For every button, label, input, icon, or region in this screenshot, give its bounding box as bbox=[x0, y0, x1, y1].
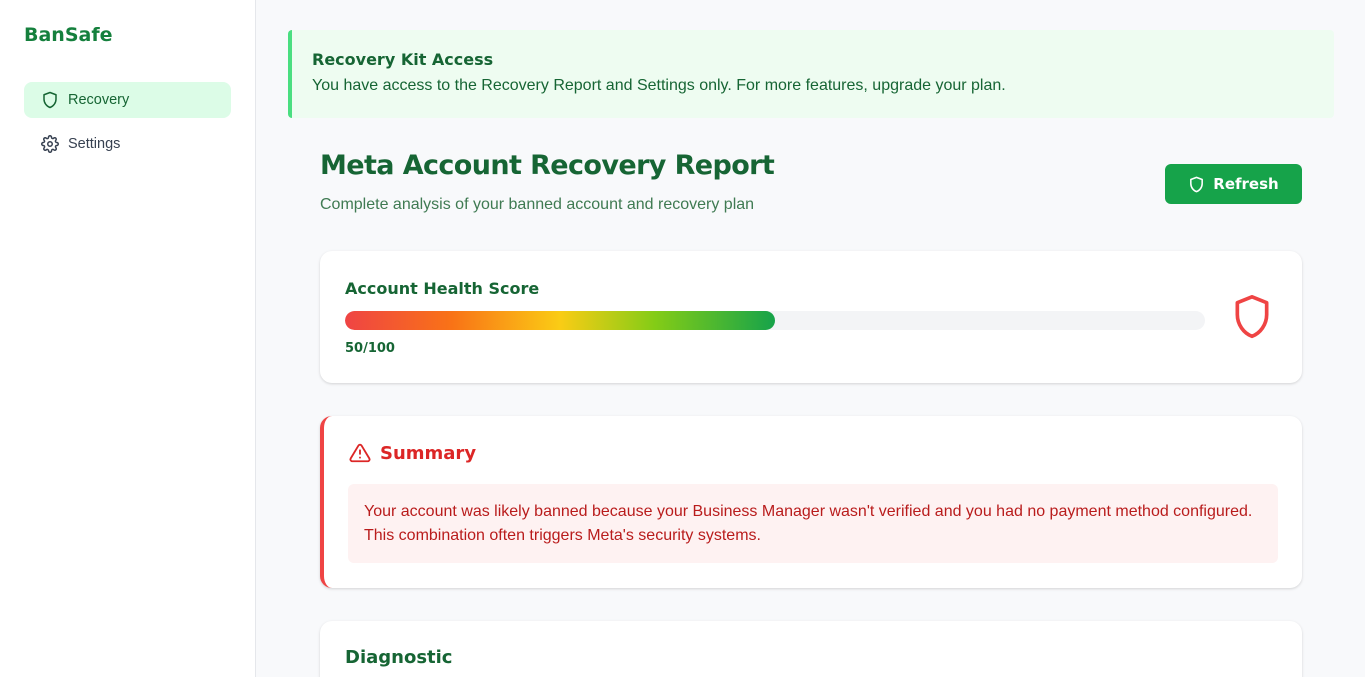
summary-title: Summary bbox=[380, 442, 477, 464]
banner-text: You have access to the Recovery Report a… bbox=[312, 77, 1006, 94]
warning-triangle-icon bbox=[348, 442, 372, 464]
health-score-card: Account Health Score 50/100 bbox=[320, 251, 1302, 383]
diagnostic-card: Diagnostic bbox=[320, 621, 1302, 677]
page-title: Meta Account Recovery Report bbox=[320, 150, 775, 181]
sidebar-item-label: Recovery bbox=[68, 92, 130, 108]
gear-icon bbox=[40, 134, 60, 154]
summary-header: Summary bbox=[348, 442, 476, 464]
summary-card: Summary Your account was likely banned b… bbox=[320, 416, 1302, 588]
health-score-value: 50/100 bbox=[345, 341, 395, 356]
banner-title: Recovery Kit Access bbox=[312, 50, 494, 69]
sidebar: BanSafe Recovery Settings bbox=[0, 0, 256, 677]
health-score-bar bbox=[345, 311, 1205, 330]
brand-logo-text: BanSafe bbox=[24, 24, 113, 46]
diagnostic-title: Diagnostic bbox=[345, 647, 453, 668]
page-subtitle: Complete analysis of your banned account… bbox=[320, 196, 755, 213]
sidebar-item-label: Settings bbox=[68, 136, 121, 152]
shield-icon bbox=[1230, 293, 1274, 346]
summary-text: Your account was likely banned because y… bbox=[348, 484, 1278, 563]
main-content: Recovery Kit Access You have access to t… bbox=[256, 0, 1365, 677]
health-score-bar-fill bbox=[345, 311, 775, 330]
health-score-title: Account Health Score bbox=[345, 279, 540, 298]
sidebar-item-recovery[interactable]: Recovery bbox=[24, 82, 231, 118]
sidebar-nav: Recovery Settings bbox=[24, 82, 231, 170]
refresh-button-label: Refresh bbox=[1213, 175, 1279, 193]
refresh-button[interactable]: Refresh bbox=[1165, 164, 1302, 204]
access-banner: Recovery Kit Access You have access to t… bbox=[288, 30, 1334, 118]
shield-icon bbox=[1188, 176, 1205, 193]
shield-icon bbox=[40, 90, 60, 110]
sidebar-item-settings[interactable]: Settings bbox=[24, 126, 231, 162]
